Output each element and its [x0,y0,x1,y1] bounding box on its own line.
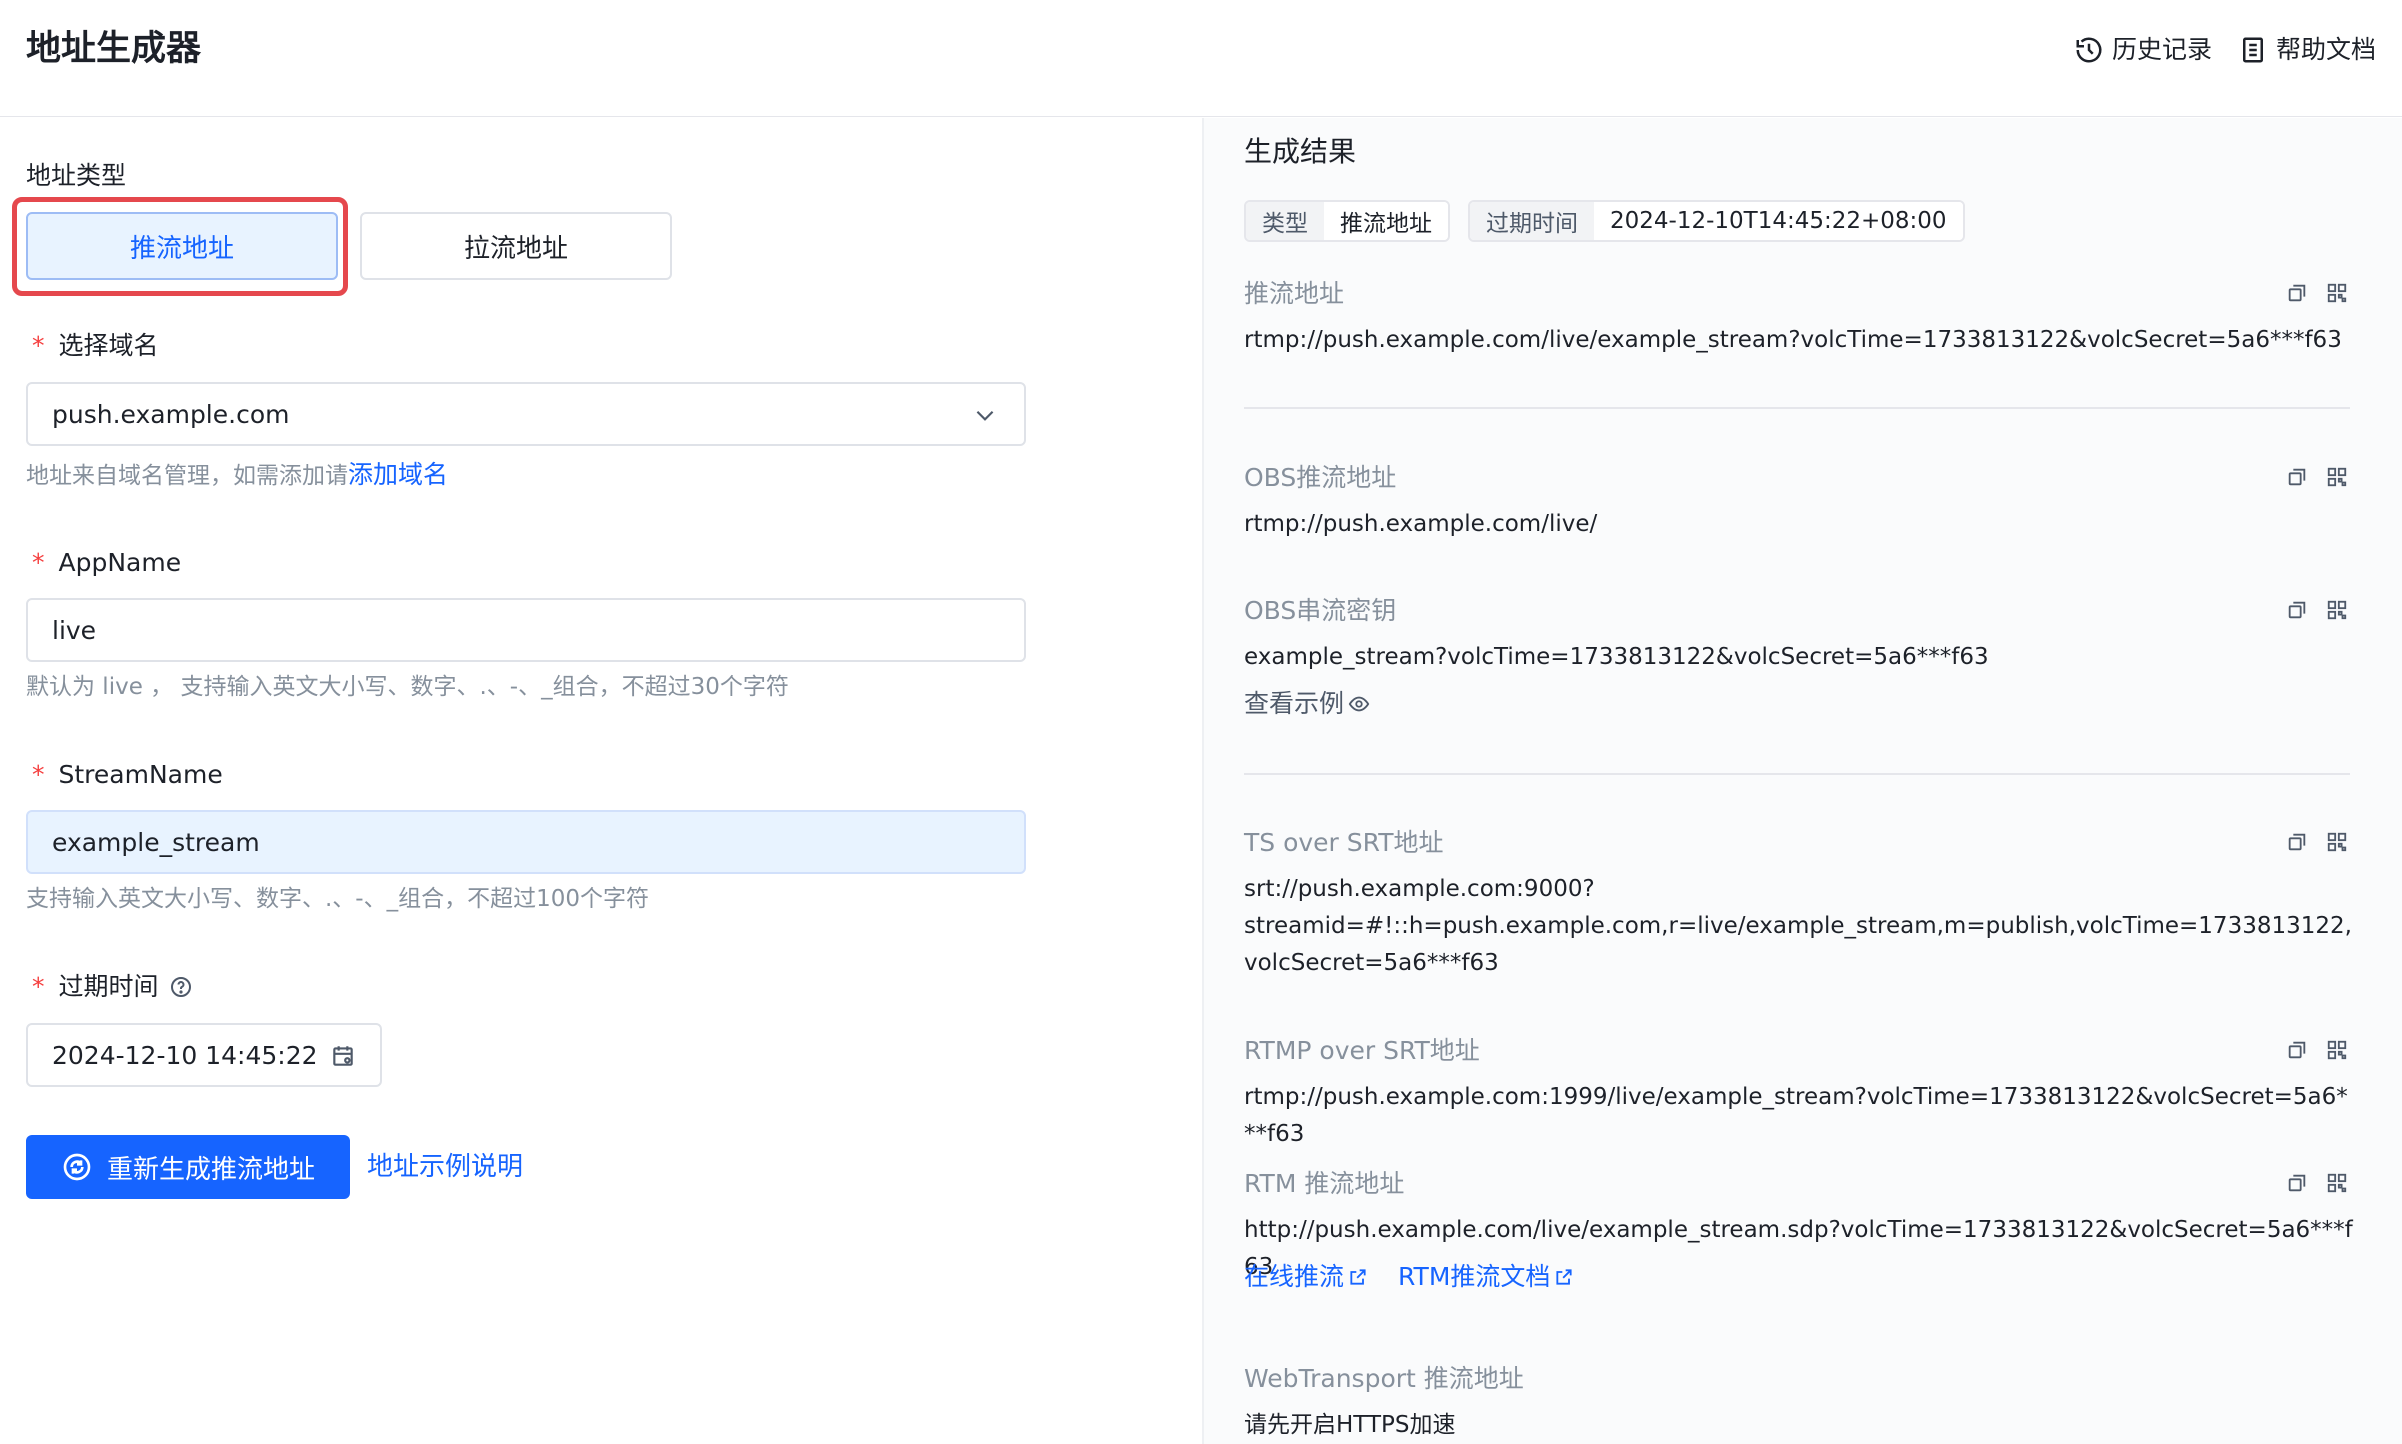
refresh-icon [63,1153,91,1181]
copy-icon[interactable] [2286,282,2308,304]
required-mark: * [32,760,45,789]
regenerate-label: 重新生成推流地址 [106,1154,315,1185]
webtransport-label: WebTransport 推流地址 [1244,1364,1524,1393]
see-example-link[interactable]: 查看示例 [1244,686,1370,722]
copy-icon[interactable] [2286,466,2308,488]
rtm-label: RTM 推流地址 [1244,1169,1405,1198]
push-address-actions [2286,282,2348,304]
appname-value: live [52,615,97,645]
obs-key-value: example_stream?volcTime=1733813122&volcS… [1244,644,1989,670]
obs-push-actions [2286,466,2348,488]
external-link-icon [1556,1269,1572,1285]
page-title: 地址生成器 [26,29,202,69]
section-divider [1244,773,2350,775]
obs-key-actions [2286,599,2348,621]
eye-icon [1348,696,1370,712]
history-icon [2076,37,2102,63]
streamname-label: * StreamName [26,757,223,793]
help-link[interactable]: 帮助文档 [2238,30,2376,70]
domain-hint: 地址来自域名管理，如需添加请添加域名 [26,458,448,493]
chevron-down-icon [976,410,994,421]
page-header: 地址生成器 历史记录 帮助文档 [0,0,2402,117]
copy-icon[interactable] [2286,831,2308,853]
result-title: 生成结果 [1244,135,1357,168]
streamname-value: example_stream [52,827,260,857]
qrcode-icon[interactable] [2326,466,2348,488]
online-push-link[interactable]: 在线推流 [1244,1259,1368,1295]
calendar-icon [333,1046,353,1066]
result-panel: 生成结果 类型 推流地址 过期时间 2024-12-10T14:45:22+08… [1204,118,2402,1444]
streamname-hint: 支持输入英文大小写、数字、.、-、_组合，不超过100个字符 [26,886,650,912]
regenerate-button[interactable]: 重新生成推流地址 [26,1135,350,1199]
document-icon [2242,37,2263,63]
ts-srt-label: TS over SRT地址 [1244,828,1444,857]
appname-input[interactable]: live [26,598,1026,662]
streamname-label-text: StreamName [58,760,223,789]
qrcode-icon[interactable] [2326,599,2348,621]
rtm-actions [2286,1172,2348,1194]
rtmp-srt-actions [2286,1039,2348,1061]
obs-push-label: OBS推流地址 [1244,463,1397,492]
push-address-value: rtmp://push.example.com/live/example_str… [1244,327,2342,353]
address-type-label: 地址类型 [26,161,127,190]
external-link-icon [1350,1269,1366,1285]
see-example-label: 查看示例 [1244,689,1345,718]
domain-select[interactable]: push.example.com [26,382,1026,446]
domain-hint-text: 地址来自域名管理，如需添加请 [26,463,348,489]
streamname-input[interactable]: example_stream [26,810,1026,874]
expire-value: 2024-12-10 14:45:22 [52,1040,318,1070]
appname-hint: 默认为 live ， 支持输入英文大小写、数字、.、-、_组合，不超过30个字符 [26,674,789,700]
rtm-doc-label: RTM推流文档 [1398,1262,1551,1291]
type-tag-value: 推流地址 [1324,202,1448,240]
domain-value: push.example.com [52,399,290,429]
rtmp-srt-label: RTMP over SRT地址 [1244,1036,1480,1065]
history-link[interactable]: 历史记录 [2074,30,2212,70]
expire-tag: 过期时间 2024-12-10T14:45:22+08:00 [1468,200,1965,242]
expire-date-picker[interactable]: 2024-12-10 14:45:22 [26,1023,382,1087]
ts-srt-actions [2286,831,2348,853]
help-circle-icon[interactable] [169,975,193,999]
expire-tag-value: 2024-12-10T14:45:22+08:00 [1594,202,1963,240]
ts-srt-value-line2: streamid=#!::h=push.example.com,r=live/e… [1244,913,2352,976]
appname-label: * AppName [26,545,181,581]
history-label: 历史记录 [2111,35,2212,64]
obs-push-value: rtmp://push.example.com/live/ [1244,511,1598,537]
expire-label: * 过期时间 [26,969,193,1005]
required-mark: * [32,331,45,360]
qrcode-icon[interactable] [2326,282,2348,304]
header-links: 历史记录 帮助文档 [2074,30,2376,70]
ts-srt-value-line1: srt://push.example.com:9000? [1244,876,1595,902]
required-mark: * [32,548,45,577]
qrcode-icon[interactable] [2326,831,2348,853]
type-push-button[interactable]: 推流地址 [26,212,338,280]
webtransport-value: 请先开启HTTPS加速 [1244,1412,1456,1438]
expire-tag-key: 过期时间 [1470,202,1594,240]
domain-label: * 选择域名 [26,328,159,364]
help-label: 帮助文档 [2275,35,2376,64]
address-example-link[interactable]: 地址示例说明 [367,1148,523,1186]
type-tag-key: 类型 [1246,202,1324,240]
copy-icon[interactable] [2286,1172,2308,1194]
rtmp-srt-value: rtmp://push.example.com:1999/live/exampl… [1244,1084,2348,1147]
online-push-label: 在线推流 [1244,1262,1345,1291]
copy-icon[interactable] [2286,1039,2308,1061]
push-address-label: 推流地址 [1244,279,1345,308]
section-divider [1244,407,2350,409]
qrcode-icon[interactable] [2326,1039,2348,1061]
appname-label-text: AppName [58,548,182,577]
copy-icon[interactable] [2286,599,2308,621]
qrcode-icon[interactable] [2326,1172,2348,1194]
config-panel: 地址类型 推流地址 拉流地址 * 选择域名 push.example.com 地… [0,118,1202,1444]
add-domain-link[interactable]: 添加域名 [348,460,448,489]
required-mark: * [32,972,45,1001]
expire-label-text: 过期时间 [58,972,159,1001]
type-tag: 类型 推流地址 [1244,200,1450,242]
rtm-doc-link[interactable]: RTM推流文档 [1398,1259,1574,1295]
obs-key-label: OBS串流密钥 [1244,596,1397,625]
domain-label-text: 选择域名 [58,331,159,360]
type-pull-button[interactable]: 拉流地址 [360,212,672,280]
